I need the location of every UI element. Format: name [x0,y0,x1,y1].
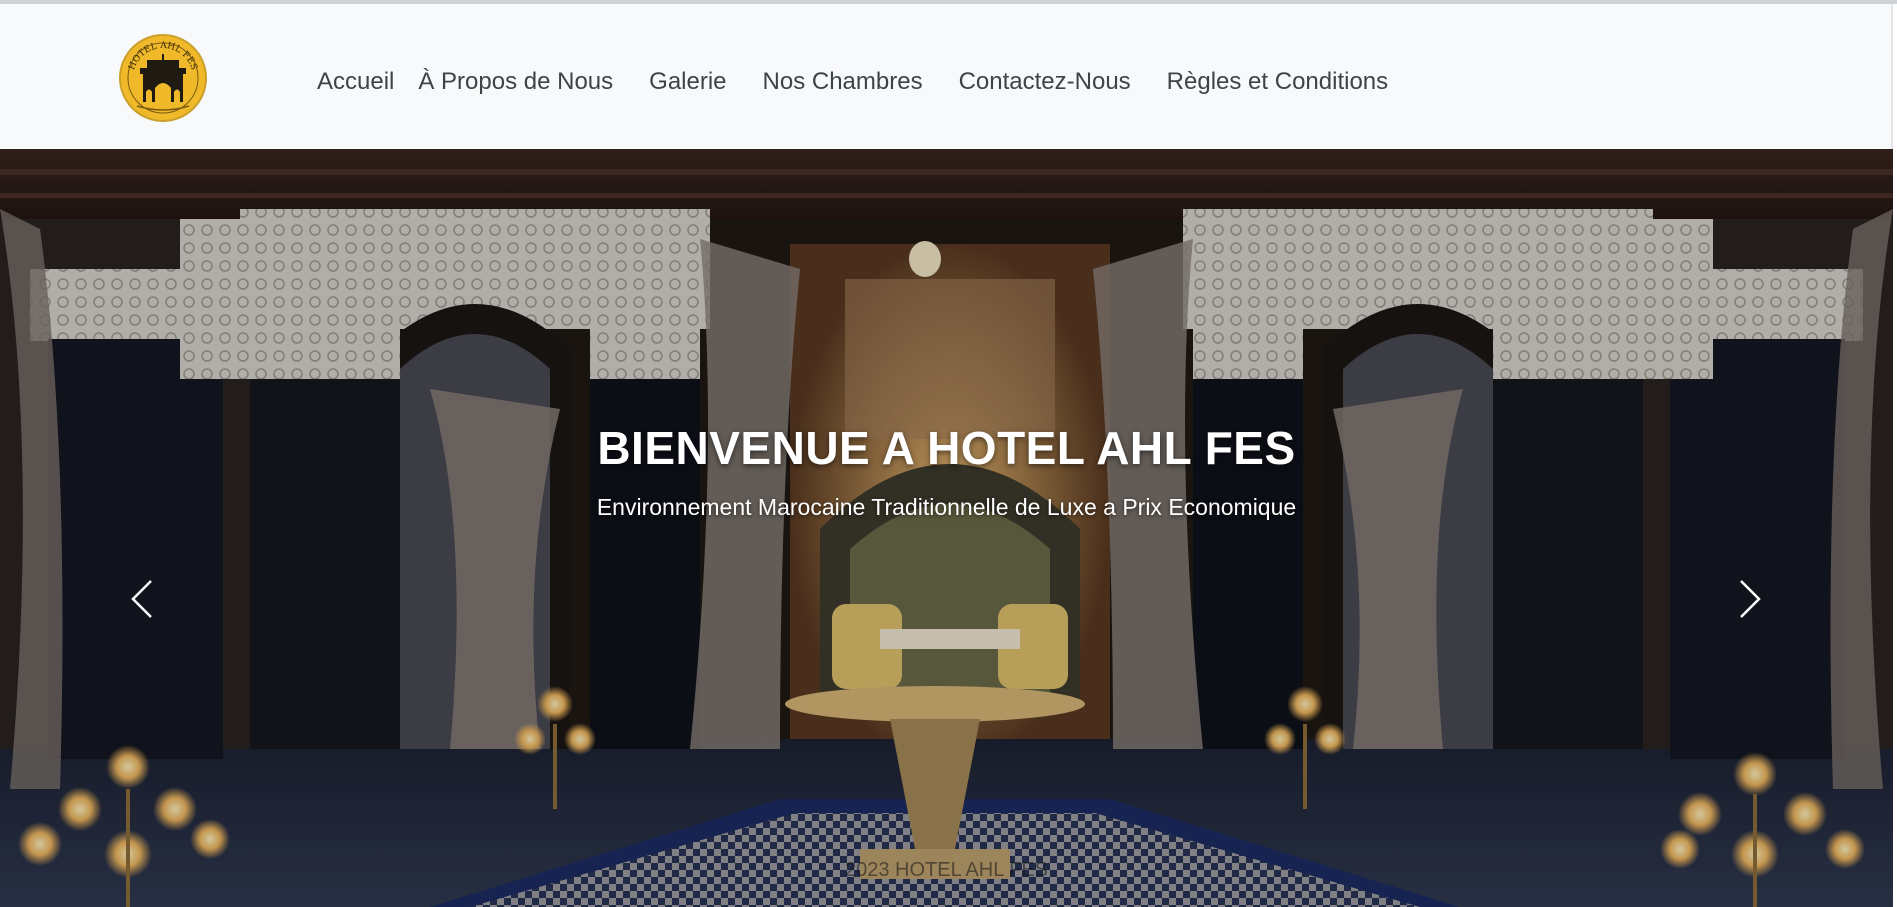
nav-item-regles-conditions[interactable]: Règles et Conditions [1167,68,1388,96]
carousel-prev-button[interactable] [112,569,172,629]
hero-subtitle: Environnement Marocaine Traditionnelle d… [596,494,1297,520]
hero-dim-overlay [0,149,1893,907]
footer-copyright: 2023 HOTEL AHL FES [844,859,1049,881]
chevron-right-icon [1740,580,1761,618]
logo[interactable]: HOTEL AHL FES [117,32,209,124]
navbar: HOTEL AHL FES Accueil À Propos de Nous G… [0,4,1893,149]
main-nav: Accueil À Propos de Nous Galerie Nos Cha… [317,62,1388,102]
chevron-left-icon [131,580,152,618]
nav-item-contactez-nous[interactable]: Contactez-Nous [959,68,1131,96]
nav-item-a-propos[interactable]: À Propos de Nous [418,68,613,96]
hero-carousel: BIENVENUE A HOTEL AHL FES Environnement … [0,149,1893,907]
carousel-next-button[interactable] [1720,569,1780,629]
nav-item-accueil[interactable]: Accueil [317,68,394,96]
nav-item-nos-chambres[interactable]: Nos Chambres [763,68,923,96]
nav-item-galerie[interactable]: Galerie [649,68,726,96]
hotel-logo-icon: HOTEL AHL FES [119,34,207,122]
hero-title: BIENVENUE A HOTEL AHL FES [597,422,1296,474]
